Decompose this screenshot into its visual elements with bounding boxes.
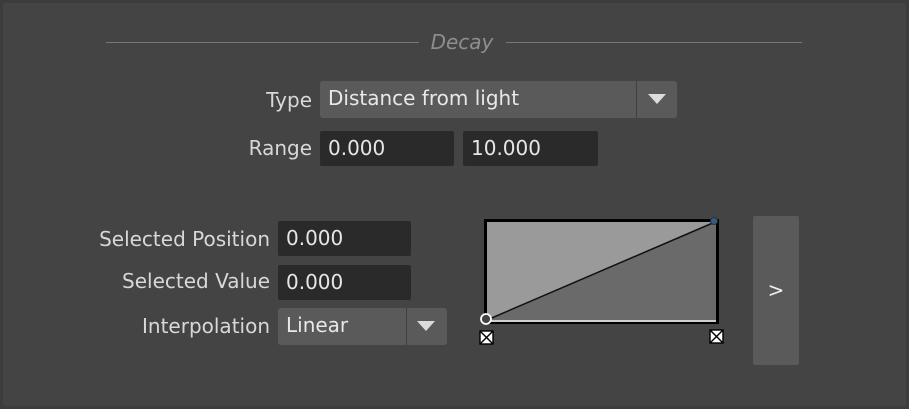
ramp-graph[interactable] <box>484 219 719 324</box>
selected-value-field[interactable]: 0.000 <box>278 265 411 300</box>
selected-value-label: Selected Value <box>122 269 270 293</box>
type-label: Type <box>266 88 312 112</box>
chevron-down-icon[interactable] <box>417 321 435 331</box>
range-min-field[interactable]: 0.000 <box>320 131 454 166</box>
type-dropdown-value: Distance from light <box>328 86 520 110</box>
curve-point-icon[interactable] <box>709 216 719 226</box>
selected-position-field[interactable]: 0.000 <box>278 221 411 256</box>
chevron-down-icon[interactable] <box>648 94 666 104</box>
selected-position-label: Selected Position <box>99 227 270 251</box>
expand-ramp-button[interactable]: > <box>753 216 799 365</box>
dropdown-separator <box>406 308 407 345</box>
delete-point-icon[interactable] <box>709 329 724 344</box>
ramp-bottom-edge <box>487 320 716 322</box>
section-title: Decay <box>430 30 494 54</box>
delete-point-icon[interactable] <box>479 330 494 345</box>
interpolation-dropdown-value: Linear <box>286 313 349 337</box>
range-max-field[interactable]: 10.000 <box>463 131 598 166</box>
dropdown-separator <box>636 81 637 118</box>
range-label: Range <box>248 136 312 160</box>
type-dropdown[interactable]: Distance from light <box>320 81 677 118</box>
section-divider-left <box>106 42 419 43</box>
interpolation-dropdown[interactable]: Linear <box>278 308 447 345</box>
interpolation-label: Interpolation <box>142 314 270 338</box>
curve-point-icon[interactable] <box>479 312 493 326</box>
section-divider-right <box>506 42 802 43</box>
